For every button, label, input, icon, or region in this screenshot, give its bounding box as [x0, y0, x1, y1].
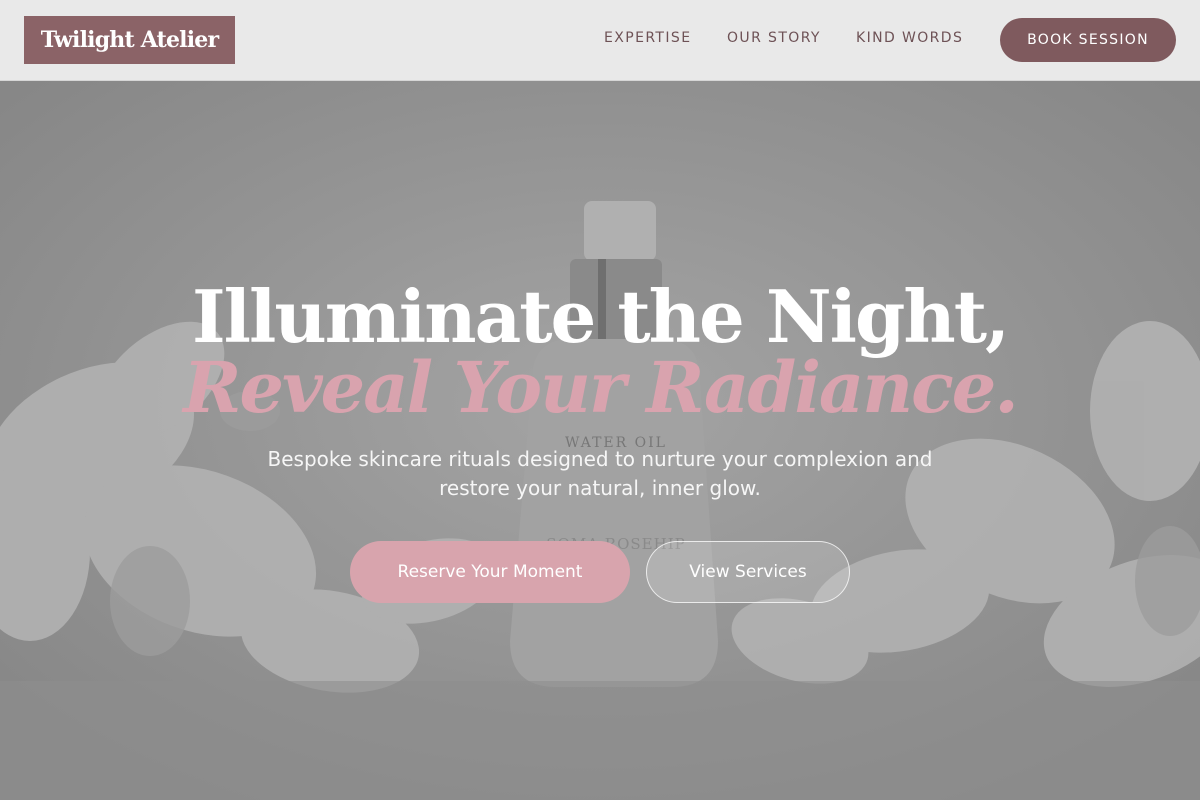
reserve-moment-button[interactable]: Reserve Your Moment — [350, 541, 630, 603]
book-session-button[interactable]: BOOK SESSION — [1000, 18, 1176, 62]
hero-section: WATER OIL SOMA ROSEHIP Illuminate the Ni… — [0, 81, 1200, 800]
nav-link-kind-words[interactable]: KIND WORDS — [856, 30, 963, 46]
nav-link-expertise[interactable]: EXPERTISE — [604, 30, 691, 46]
hero-headline-accent: Reveal Your Radiance. — [183, 346, 1018, 429]
hero-headline: Illuminate the Night, — [191, 274, 1010, 359]
site-header: Twilight Atelier EXPERTISE OUR STORY KIN… — [0, 0, 1200, 81]
logo[interactable]: Twilight Atelier — [24, 16, 235, 64]
nav-link-our-story[interactable]: OUR STORY — [727, 30, 821, 46]
view-services-button[interactable]: View Services — [646, 541, 850, 603]
hero-subtext: Bespoke skincare rituals designed to nur… — [267, 447, 933, 500]
hero-background-image: WATER OIL SOMA ROSEHIP — [0, 81, 1200, 800]
